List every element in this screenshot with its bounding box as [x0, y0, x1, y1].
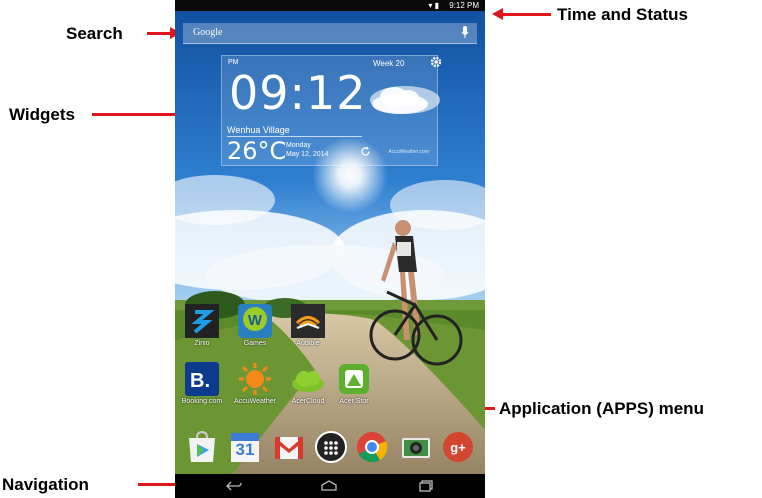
navigation-bar — [175, 474, 485, 498]
calendar-icon[interactable]: 31 — [228, 430, 262, 464]
app-label: Audible — [296, 340, 320, 347]
sun-icon — [239, 363, 271, 395]
recents-icon[interactable] — [418, 480, 434, 492]
svg-text:g+: g+ — [450, 440, 466, 455]
widget-ampm: PM — [228, 59, 239, 66]
app-acer-store[interactable]: Acer Stor — [328, 362, 380, 405]
status-icons: ▾ ▮ — [428, 0, 439, 11]
app-label: Games — [243, 340, 267, 347]
acer-store-icon — [339, 364, 369, 394]
wifi-icon: ▾ — [428, 1, 433, 10]
app-acercloud[interactable]: AcerCloud — [282, 362, 334, 405]
dock: 31 g+ — [175, 430, 485, 474]
callout-widgets: Widgets — [9, 105, 75, 124]
callout-time-status: Time and Status — [557, 5, 688, 24]
app-zinio[interactable]: Zinio — [176, 304, 228, 347]
games-icon: W — [238, 304, 272, 338]
cloud-icon — [292, 371, 324, 392]
booking-icon: B. — [185, 362, 219, 396]
callout-apps-menu: Application (APPS) menu — [499, 399, 704, 418]
apps-menu-icon[interactable] — [314, 430, 348, 464]
google-search-bar[interactable]: Google — [183, 23, 477, 44]
app-accuweather[interactable]: AccuWeather — [229, 362, 281, 405]
app-label: Acer Stor — [339, 398, 369, 405]
callout-search: Search — [66, 24, 123, 43]
zinio-icon — [185, 304, 219, 338]
time-status-arrow — [492, 8, 551, 20]
widget-location: Wenhua Village — [227, 125, 290, 135]
app-label: AccuWeather — [234, 398, 276, 405]
play-store-icon[interactable] — [185, 430, 219, 464]
widget-temperature: 26°C — [227, 137, 287, 165]
chrome-icon[interactable] — [355, 430, 389, 464]
gear-icon[interactable] — [429, 55, 443, 69]
app-label: Booking.com — [181, 398, 223, 405]
app-label: Zinio — [194, 340, 210, 347]
refresh-icon[interactable] — [360, 146, 371, 157]
widget-week: Week 20 — [373, 59, 405, 68]
app-audible[interactable]: Audible — [282, 304, 334, 347]
camera-icon[interactable] — [399, 430, 433, 464]
callout-navigation: Navigation — [2, 475, 89, 494]
audible-icon — [291, 304, 325, 338]
home-icon[interactable] — [319, 480, 339, 492]
search-arrow — [147, 27, 181, 39]
widget-clock: 09:12 — [229, 66, 367, 120]
back-icon[interactable] — [225, 480, 243, 492]
phone-screen: ▾ ▮ 9:12 PM Google PM Week 20 09:12 Wenh… — [175, 0, 485, 498]
status-bar: ▾ ▮ 9:12 PM — [175, 0, 485, 11]
app-games[interactable]: W Games — [229, 304, 281, 347]
mic-icon[interactable] — [461, 26, 469, 39]
svg-text:B.: B. — [190, 370, 210, 392]
widget-date: May 12, 2014 — [286, 151, 329, 158]
google-plus-icon[interactable]: g+ — [441, 430, 475, 464]
widget-day: Monday — [286, 142, 311, 149]
battery-icon: ▮ — [434, 1, 439, 10]
status-time: 9:12 PM — [449, 1, 479, 10]
app-label: AcerCloud — [291, 398, 325, 405]
app-booking[interactable]: B. Booking.com — [176, 362, 228, 405]
gmail-icon[interactable] — [272, 430, 306, 464]
svg-text:W: W — [248, 312, 263, 329]
search-hint: Google — [193, 27, 223, 38]
widget-provider: AccuWeather.com — [388, 149, 429, 155]
cloud-icon — [372, 87, 428, 114]
clock-weather-widget[interactable]: PM Week 20 09:12 Wenhua Village 26°C Mon… — [221, 55, 442, 166]
calendar-day: 31 — [235, 440, 255, 459]
